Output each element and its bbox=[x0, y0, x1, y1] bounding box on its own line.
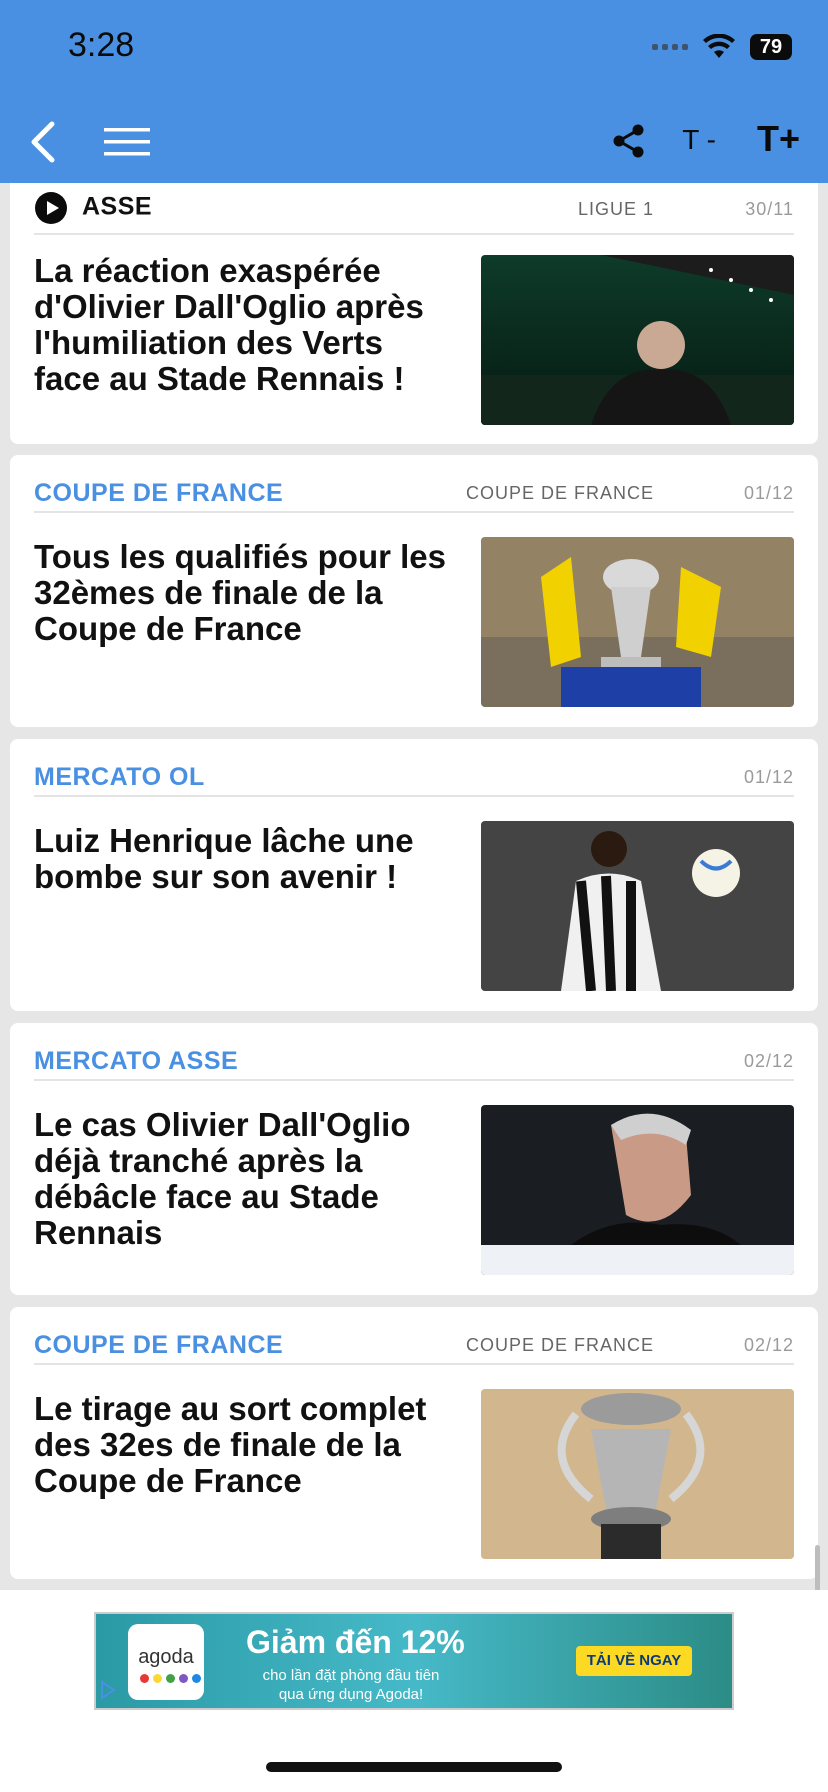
article-thumbnail[interactable] bbox=[481, 255, 794, 425]
article-category-label: ASSE bbox=[82, 192, 153, 221]
article-card[interactable]: ASSE LIGUE 1 30/11 La réaction exaspérée… bbox=[10, 183, 818, 444]
play-icon bbox=[35, 192, 67, 224]
article-title[interactable]: La réaction exaspérée d'Olivier Dall'Ogl… bbox=[34, 253, 454, 397]
article-card[interactable]: COUPE DE FRANCE COUPE DE FRANCE 02/12 Le… bbox=[10, 1307, 818, 1579]
battery-icon: 79 bbox=[750, 34, 792, 60]
article-date: 30/11 bbox=[745, 199, 794, 219]
hamburger-menu-icon[interactable] bbox=[102, 124, 152, 160]
article-card[interactable]: MERCATO ASSE 02/12 Le cas Olivier Dall'O… bbox=[10, 1023, 818, 1295]
ad-brand: agoda bbox=[138, 1646, 194, 1668]
agoda-dots-icon bbox=[140, 1674, 201, 1683]
ad-subtext: cho lần đặt phòng đầu tiên qua ứng dụng … bbox=[262, 1667, 440, 1703]
agoda-logo: agoda bbox=[128, 1624, 204, 1700]
article-card[interactable]: MERCATO OL 01/12 Luiz Henrique lâche une… bbox=[10, 739, 818, 1011]
ad-headline: Giảm đến 12% bbox=[246, 1624, 465, 1660]
cellular-signal-icon bbox=[652, 44, 688, 50]
article-date: 01/12 bbox=[743, 767, 794, 787]
text-size-increase-button[interactable]: T+ bbox=[757, 118, 800, 160]
status-time: 3:28 bbox=[68, 26, 135, 64]
article-meta: ASSE LIGUE 1 30/11 bbox=[34, 183, 794, 235]
article-meta: COUPE DE FRANCE COUPE DE FRANCE 02/12 bbox=[34, 1307, 794, 1365]
article-title[interactable]: Le cas Olivier Dall'Oglio déjà tranché a… bbox=[34, 1107, 454, 1251]
status-icons: 79 bbox=[652, 34, 792, 60]
article-card[interactable]: COUPE DE FRANCE COUPE DE FRANCE 01/12 To… bbox=[10, 455, 818, 727]
article-meta: MERCATO OL 01/12 bbox=[34, 739, 794, 797]
article-title[interactable]: Luiz Henrique lâche une bombe sur son av… bbox=[34, 823, 454, 895]
wifi-icon bbox=[703, 34, 735, 58]
article-league: COUPE DE FRANCE bbox=[465, 483, 654, 503]
article-category: ASSE bbox=[34, 191, 152, 225]
article-title[interactable]: Le tirage au sort complet des 32es de fi… bbox=[34, 1391, 454, 1499]
share-icon[interactable] bbox=[612, 124, 646, 158]
article-league: LIGUE 1 bbox=[577, 199, 654, 219]
top-bar: 3:28 79 T - T+ bbox=[0, 0, 828, 183]
article-category: MERCATO ASSE bbox=[34, 1047, 239, 1075]
article-category: COUPE DE FRANCE bbox=[34, 1331, 284, 1359]
text-size-decrease-button[interactable]: T - bbox=[682, 124, 716, 156]
article-thumbnail[interactable] bbox=[481, 537, 794, 707]
article-league: COUPE DE FRANCE bbox=[465, 1335, 654, 1355]
home-indicator[interactable] bbox=[266, 1762, 562, 1772]
article-category: COUPE DE FRANCE bbox=[34, 479, 284, 507]
ad-download-button[interactable]: TẢI VỀ NGAY bbox=[576, 1646, 692, 1676]
article-meta: COUPE DE FRANCE COUPE DE FRANCE 01/12 bbox=[34, 455, 794, 513]
article-category: MERCATO OL bbox=[34, 763, 205, 791]
article-thumbnail[interactable] bbox=[481, 1389, 794, 1559]
article-meta: MERCATO ASSE 02/12 bbox=[34, 1023, 794, 1081]
article-title[interactable]: Tous les qualifiés pour les 32èmes de fi… bbox=[34, 539, 454, 647]
article-thumbnail[interactable] bbox=[481, 821, 794, 991]
article-date: 02/12 bbox=[743, 1051, 794, 1071]
article-date: 02/12 bbox=[743, 1335, 794, 1355]
agoda-ad-banner[interactable]: agoda Giảm đến 12% cho lần đặt phòng đầu… bbox=[94, 1612, 734, 1710]
back-chevron-icon[interactable] bbox=[26, 120, 60, 164]
article-thumbnail[interactable] bbox=[481, 1105, 794, 1275]
ad-choices-icon[interactable] bbox=[98, 1680, 118, 1700]
article-date: 01/12 bbox=[743, 483, 794, 503]
